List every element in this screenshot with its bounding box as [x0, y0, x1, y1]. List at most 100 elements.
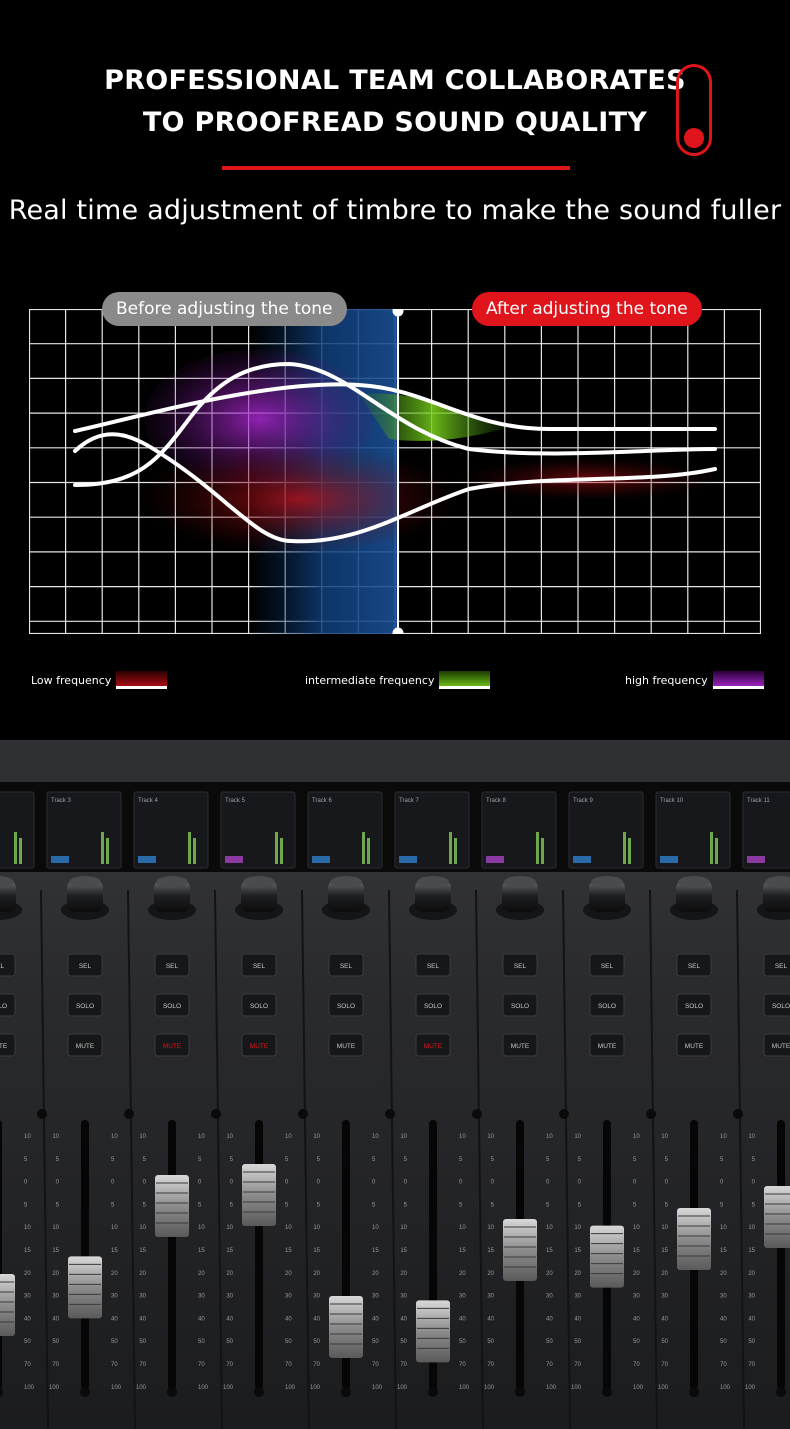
fader-scale-label: 30 — [226, 1294, 233, 1300]
fader-scale-label: 50 — [459, 1339, 466, 1345]
fader-scale-label: 30 — [748, 1294, 755, 1300]
legend-swatch — [712, 671, 764, 689]
fader-scale-label: 70 — [226, 1362, 233, 1368]
slot-screw — [211, 1109, 221, 1119]
fader-slot — [81, 1120, 89, 1390]
fader-cap — [503, 1219, 537, 1281]
solo-label: SOLO — [163, 1003, 181, 1010]
fader-scale-label: 10 — [226, 1225, 233, 1231]
fader-scale-label: 10 — [400, 1134, 407, 1140]
meter-bar — [367, 838, 370, 864]
fader-scale-label: 30 — [661, 1294, 668, 1300]
fader-scale-label: 70 — [313, 1362, 320, 1368]
fader-scale-label: 15 — [661, 1248, 668, 1254]
solo-label: SOLO — [685, 1003, 703, 1010]
meter-bar — [710, 832, 713, 864]
fader-scale-label: 10 — [24, 1134, 31, 1140]
mute-label: MUTE — [511, 1043, 530, 1050]
meter-bar — [628, 838, 631, 864]
fader-scale-label: 15 — [720, 1248, 727, 1254]
fader-scale-label: 20 — [574, 1271, 581, 1277]
sel-label: SEL — [253, 963, 266, 970]
headline-divider — [222, 166, 570, 170]
track-name: Track 11 — [747, 798, 770, 804]
slot-screw — [776, 1387, 786, 1397]
legend-high-frequency: high frequency — [625, 670, 764, 690]
knob-top — [243, 876, 275, 888]
legend-label: Low frequency — [31, 673, 112, 687]
fader-scale-label: 40 — [487, 1316, 494, 1322]
fader-scale-label: 40 — [661, 1316, 668, 1322]
fader-scale-label: 100 — [633, 1385, 644, 1391]
sel-label: SEL — [340, 963, 353, 970]
fader-scale-label: 10 — [313, 1225, 320, 1231]
sel-label: SEL — [775, 963, 788, 970]
legend-intermediate-frequency: intermediate frequency — [305, 670, 491, 690]
fader-scale-label: 20 — [24, 1271, 31, 1277]
fader-scale-label: 100 — [745, 1385, 756, 1391]
mute-label: MUTE — [772, 1043, 790, 1050]
slot-screw — [689, 1387, 699, 1397]
track-name: Track 9 — [573, 798, 593, 804]
fader-scale-label: 40 — [748, 1316, 755, 1322]
low-frequency-area — [139, 444, 459, 554]
meter-bar — [14, 832, 17, 864]
after-tone-label: After adjusting the tone — [472, 292, 702, 326]
headline-line-1: PROFESSIONAL TEAM COLLABORATES — [104, 65, 686, 96]
fader-scale-label: 100 — [571, 1385, 582, 1391]
fader-cap — [0, 1274, 15, 1336]
meter-bar — [193, 838, 196, 864]
fader-scale-label: 100 — [546, 1385, 557, 1391]
solo-label: SOLO — [76, 1003, 94, 1010]
fader-scale-label: 20 — [748, 1271, 755, 1277]
mute-label: MUTE — [598, 1043, 617, 1050]
fader-scale-label: 10 — [226, 1134, 233, 1140]
fader-scale-label: 10 — [748, 1134, 755, 1140]
fader-scale-label: 15 — [748, 1248, 755, 1254]
fader-scale-label: 100 — [397, 1385, 408, 1391]
meter-bar — [541, 838, 544, 864]
fader-scale-label: 20 — [661, 1271, 668, 1277]
fader-scale-label: 100 — [720, 1385, 731, 1391]
fader-scale-label: 40 — [226, 1316, 233, 1322]
fader-scale-label: 70 — [546, 1362, 553, 1368]
fader-scale-label: 30 — [633, 1294, 640, 1300]
fader-scale-label: 100 — [223, 1385, 234, 1391]
meter-bar — [275, 832, 278, 864]
hero-section: PROFESSIONAL TEAM COLLABORATES TO PROOFR… — [0, 0, 790, 740]
before-tone-label: Before adjusting the tone — [102, 292, 347, 326]
slot-screw — [472, 1109, 482, 1119]
fader-slot — [0, 1120, 2, 1390]
fader-scale-label: 10 — [111, 1134, 118, 1140]
sel-label: SEL — [514, 963, 527, 970]
fader-scale-label: 15 — [139, 1248, 146, 1254]
mute-label: MUTE — [424, 1043, 443, 1050]
fader-scale-label: 50 — [285, 1339, 292, 1345]
fader-scale-label: 15 — [285, 1248, 292, 1254]
track-name: Track 5 — [225, 798, 245, 804]
fader-scale-label: 100 — [310, 1385, 321, 1391]
fader-scale-label: 10 — [487, 1134, 494, 1140]
toggle-knob — [684, 128, 704, 148]
meter-bar — [715, 838, 718, 864]
track-name: Track 4 — [138, 798, 158, 804]
fader-scale-label: 10 — [661, 1134, 668, 1140]
fader-cap — [416, 1300, 450, 1363]
fader-scale-label: 10 — [111, 1225, 118, 1231]
fader-scale-label: 10 — [546, 1134, 553, 1140]
fader-scale-label: 20 — [487, 1271, 494, 1277]
fader-scale-label: 50 — [139, 1339, 146, 1345]
fader-scale-label: 100 — [111, 1385, 122, 1391]
track-name: Track 7 — [399, 798, 419, 804]
solo-label: SOLO — [0, 1003, 7, 1010]
fader-scale-label: 50 — [574, 1339, 581, 1345]
fader-scale-label: 20 — [546, 1271, 553, 1277]
slot-screw — [559, 1109, 569, 1119]
fader-scale-label: 50 — [546, 1339, 553, 1345]
assign-tag — [312, 856, 330, 863]
fader-scale-label: 20 — [139, 1271, 146, 1277]
fader-scale-label: 50 — [226, 1339, 233, 1345]
fader-scale-label: 40 — [574, 1316, 581, 1322]
fader-scale-label: 100 — [372, 1385, 383, 1391]
meter-bar — [101, 832, 104, 864]
